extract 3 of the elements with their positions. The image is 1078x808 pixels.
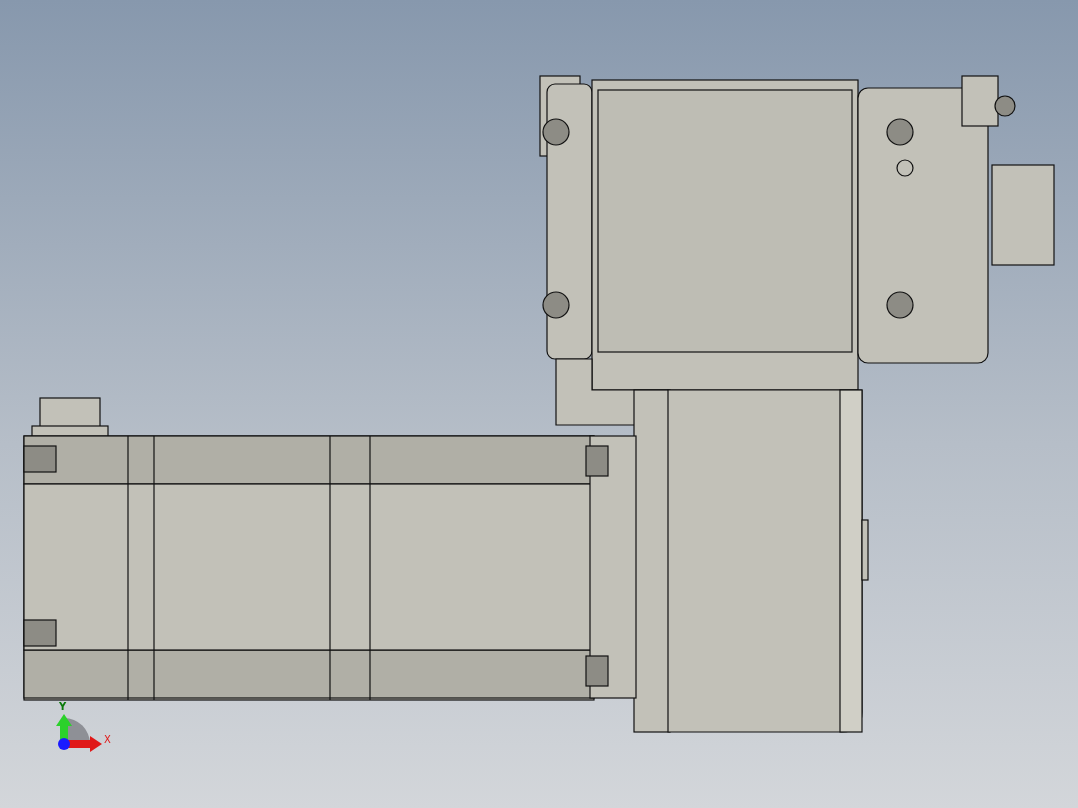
y-axis-label: Y — [59, 702, 67, 712]
axis-triad-drawing — [56, 714, 102, 752]
x-axis-label: X — [104, 735, 111, 745]
